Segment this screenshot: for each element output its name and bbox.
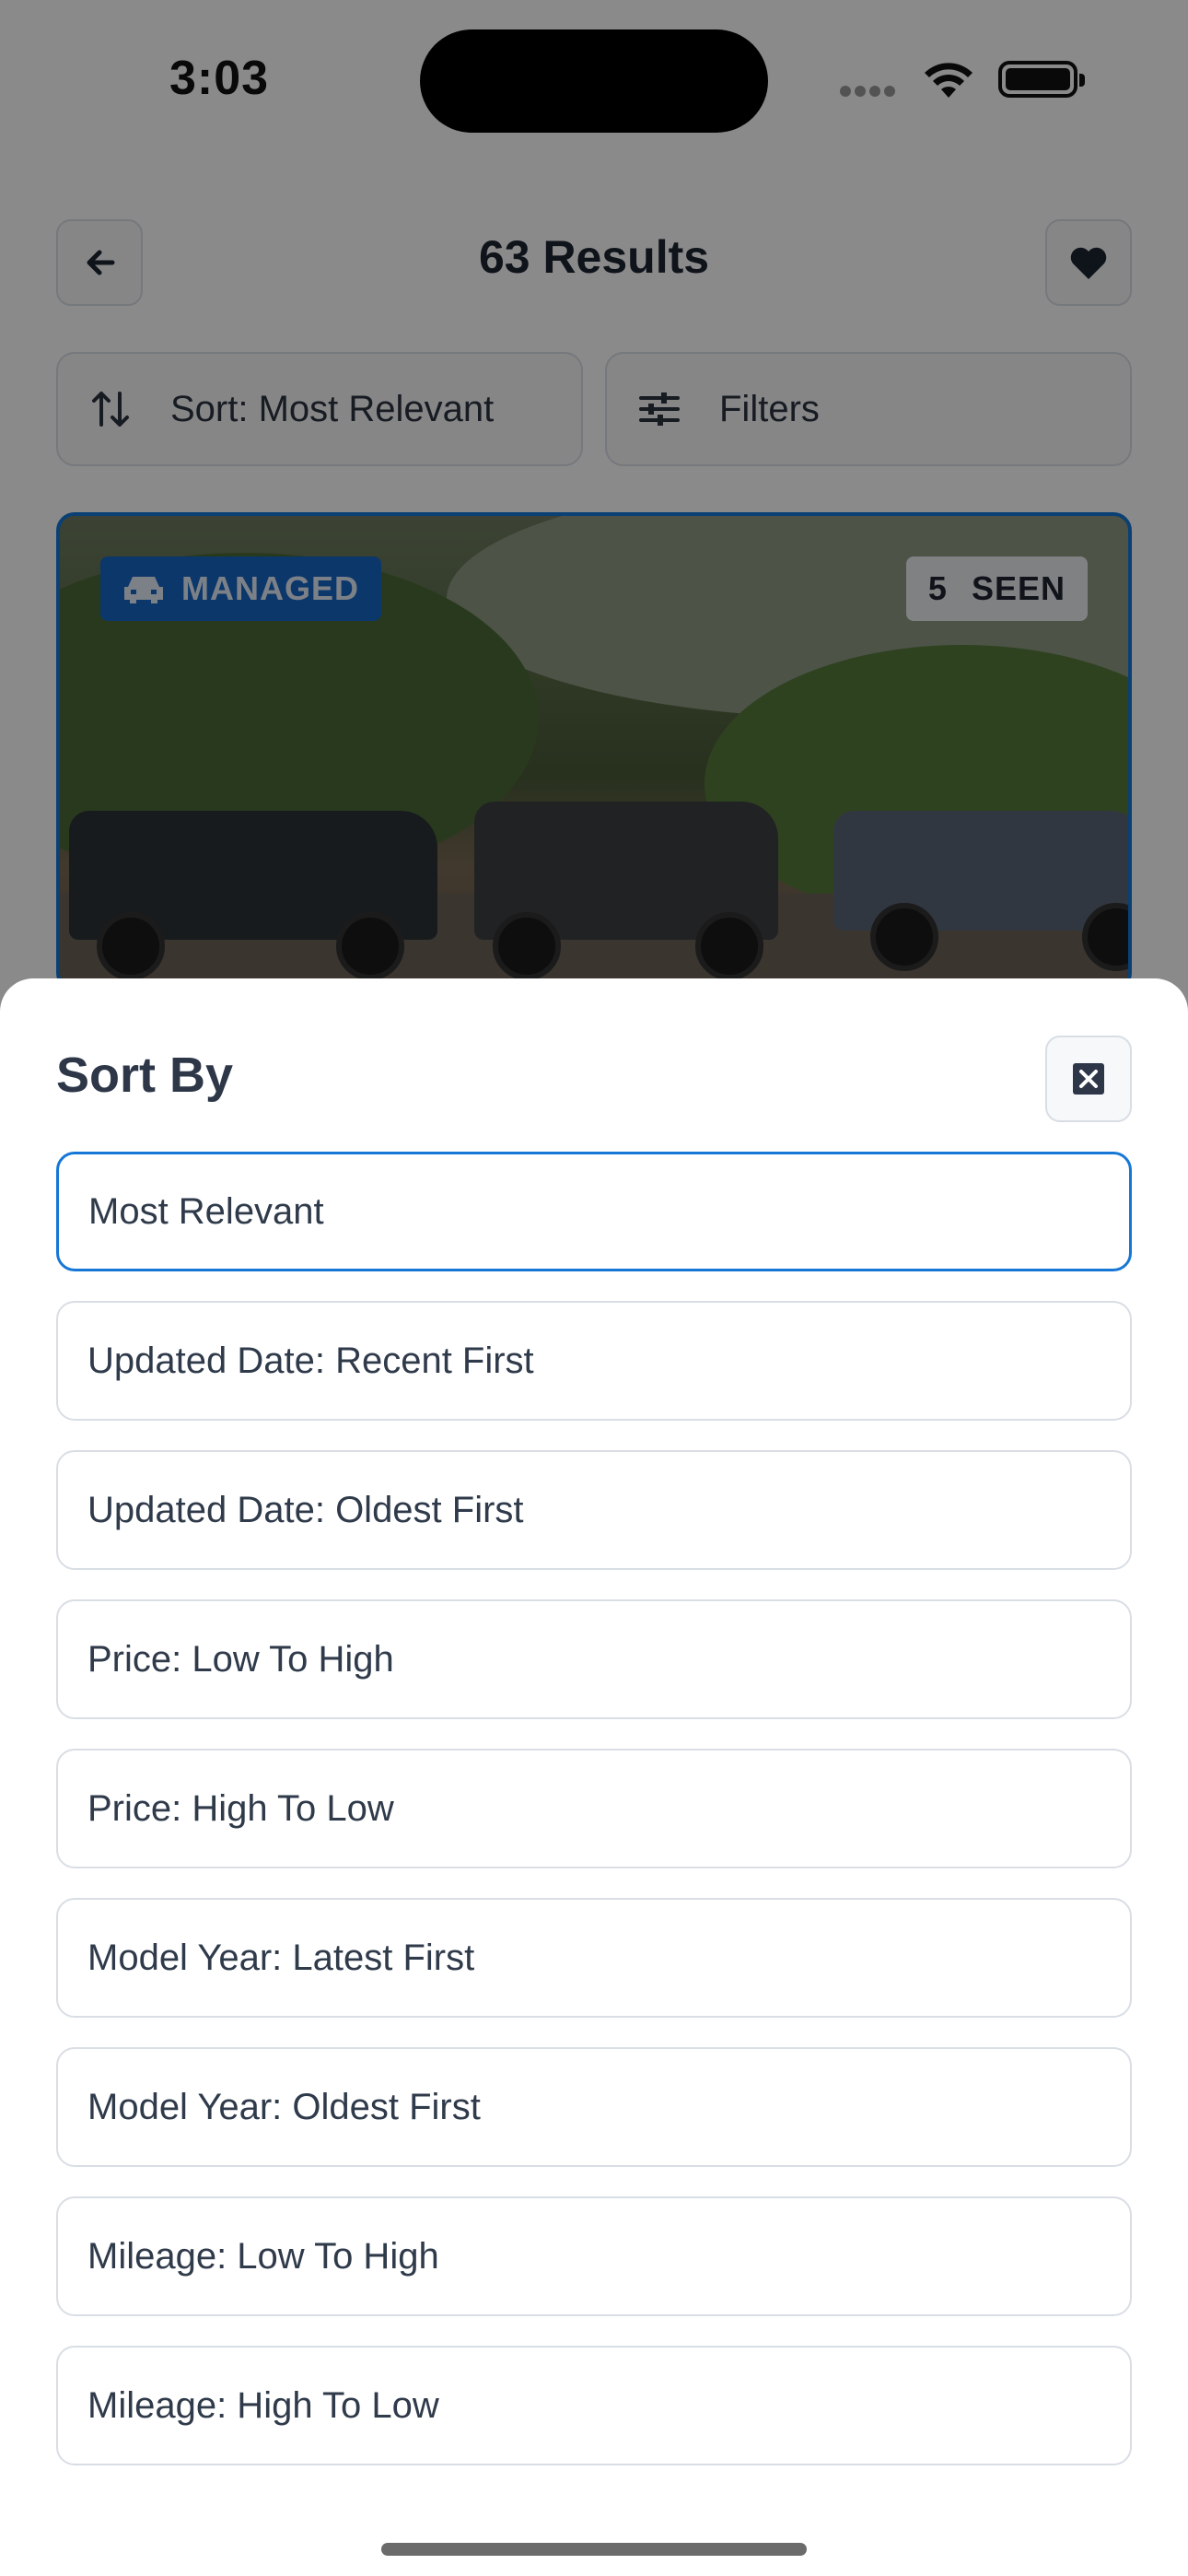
sort-option-most-relevant[interactable]: Most Relevant	[56, 1152, 1132, 1271]
sort-option-mileage-high-low[interactable]: Mileage: High To Low	[56, 2346, 1132, 2465]
close-icon	[1073, 1063, 1104, 1095]
sheet-title: Sort By	[56, 1048, 234, 1103]
sort-option-price-high-low[interactable]: Price: High To Low	[56, 1749, 1132, 1868]
sort-option-price-low-high[interactable]: Price: Low To High	[56, 1599, 1132, 1719]
close-button[interactable]	[1045, 1036, 1132, 1122]
home-indicator[interactable]	[381, 2543, 807, 2556]
sort-bottom-sheet: Sort By Most Relevant Updated Date: Rece…	[0, 978, 1188, 2576]
sort-option-updated-oldest[interactable]: Updated Date: Oldest First	[56, 1450, 1132, 1570]
sort-option-year-oldest[interactable]: Model Year: Oldest First	[56, 2047, 1132, 2167]
sort-option-updated-recent[interactable]: Updated Date: Recent First	[56, 1301, 1132, 1421]
app-screen: 3:03 63 Results Sort: Most Relevant Filt…	[0, 0, 1188, 2576]
sort-option-year-latest[interactable]: Model Year: Latest First	[56, 1898, 1132, 2018]
sort-option-mileage-low-high[interactable]: Mileage: Low To High	[56, 2196, 1132, 2316]
sort-options-list: Most Relevant Updated Date: Recent First…	[56, 1152, 1132, 2495]
